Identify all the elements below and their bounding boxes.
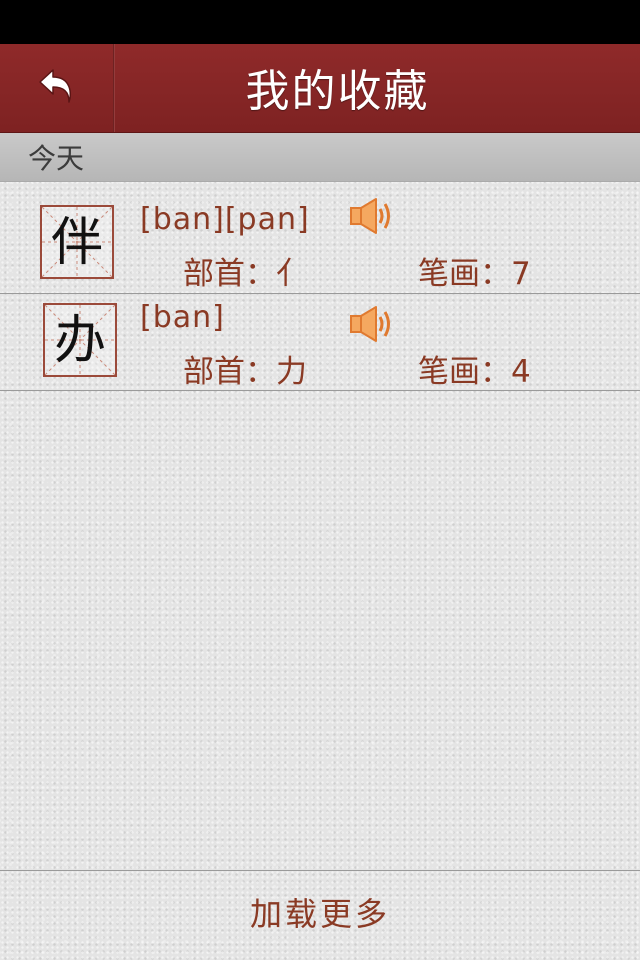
pinyin: [ban] (140, 300, 225, 335)
radical-label: 部首： (183, 354, 276, 390)
section-header-today: 今天 (0, 133, 640, 182)
back-button[interactable] (0, 44, 113, 132)
back-arrow-icon (38, 69, 71, 103)
load-more-button[interactable]: 加载更多 (0, 871, 640, 960)
strokes-label: 笔画： (418, 256, 511, 292)
stroke-info: 笔画：4 (418, 346, 531, 391)
character: 伴 (50, 213, 103, 273)
character-grid-box: 办 (43, 303, 117, 377)
status-bar (0, 0, 640, 44)
row-divider (0, 390, 640, 391)
nav-bar: 我的收藏 (0, 44, 640, 133)
list-item[interactable]: 办 [ban] 部首：力 笔画：4 (0, 294, 640, 391)
radical-value: 亻 (276, 256, 307, 292)
strokes-value: 4 (511, 354, 531, 390)
radical-value: 力 (276, 354, 307, 390)
list-item[interactable]: 伴 [ban][pan] 部首：亻 笔画：7 (0, 196, 640, 293)
character-grid-box: 伴 (40, 205, 114, 279)
page-title: 我的收藏 (245, 66, 430, 117)
speaker-icon[interactable] (348, 304, 394, 344)
strokes-value: 7 (511, 256, 531, 292)
stroke-info: 笔画：7 (418, 248, 531, 293)
section-label: 今天 (28, 142, 85, 175)
character: 办 (53, 311, 106, 371)
pinyin: [ban][pan] (140, 202, 310, 237)
strokes-label: 笔画： (418, 354, 511, 390)
radical-info: 部首：亻 (183, 248, 307, 293)
radical-info: 部首：力 (183, 346, 307, 391)
speaker-icon[interactable] (348, 196, 394, 236)
radical-label: 部首： (183, 256, 276, 292)
